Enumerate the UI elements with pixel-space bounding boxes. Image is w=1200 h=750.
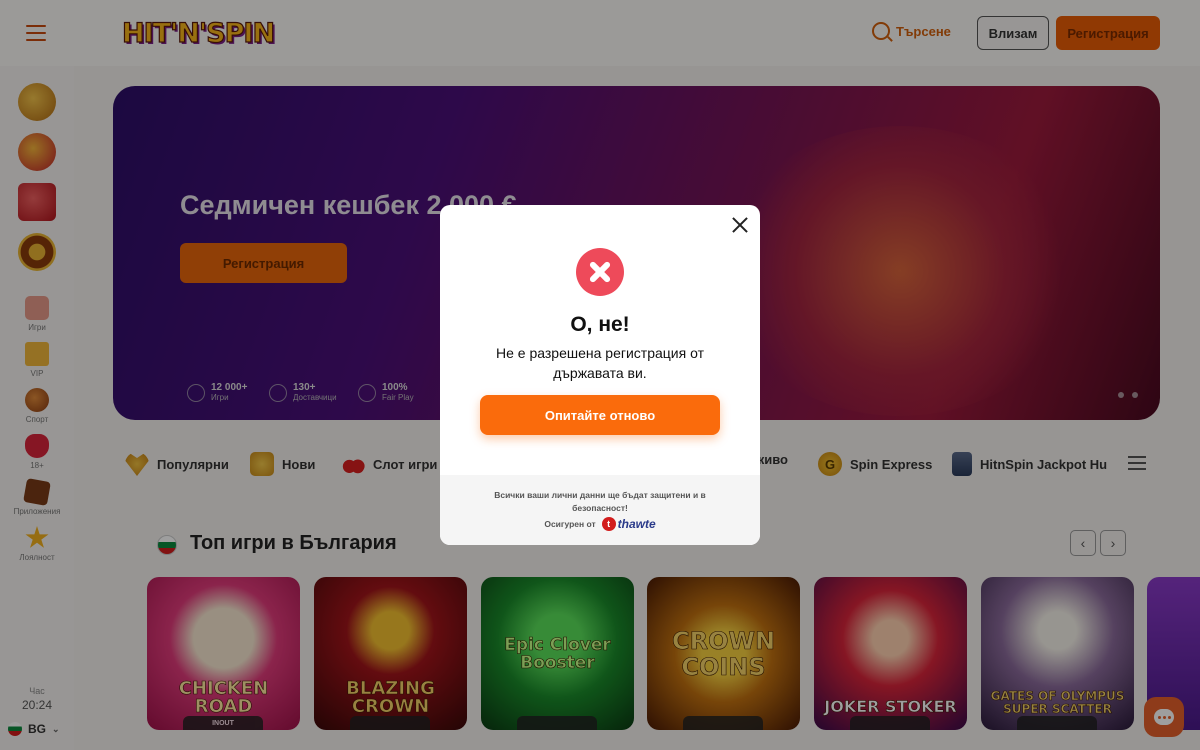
error-x-icon <box>576 248 624 296</box>
error-modal: О, не! Не е разрешена регистрация от дър… <box>440 205 760 545</box>
security-note: Всички ваши лични данни ще бъдат защитен… <box>494 490 706 513</box>
retry-button[interactable]: Опитайте отново <box>480 395 720 435</box>
thawte-logo: t thawte <box>601 517 656 531</box>
modal-message: Не е разрешена регистрация от държавата … <box>496 345 704 381</box>
secured-by: Осигурен от t thawte <box>440 517 760 531</box>
modal-footer: Всички ваши лични данни ще бъдат защитен… <box>440 475 760 545</box>
thawte-text: thawte <box>617 517 656 531</box>
secured-by-label: Осигурен от <box>544 519 596 529</box>
modal-title: О, не! <box>570 313 630 336</box>
close-icon[interactable] <box>732 217 748 233</box>
thawte-icon: t <box>601 517 616 531</box>
